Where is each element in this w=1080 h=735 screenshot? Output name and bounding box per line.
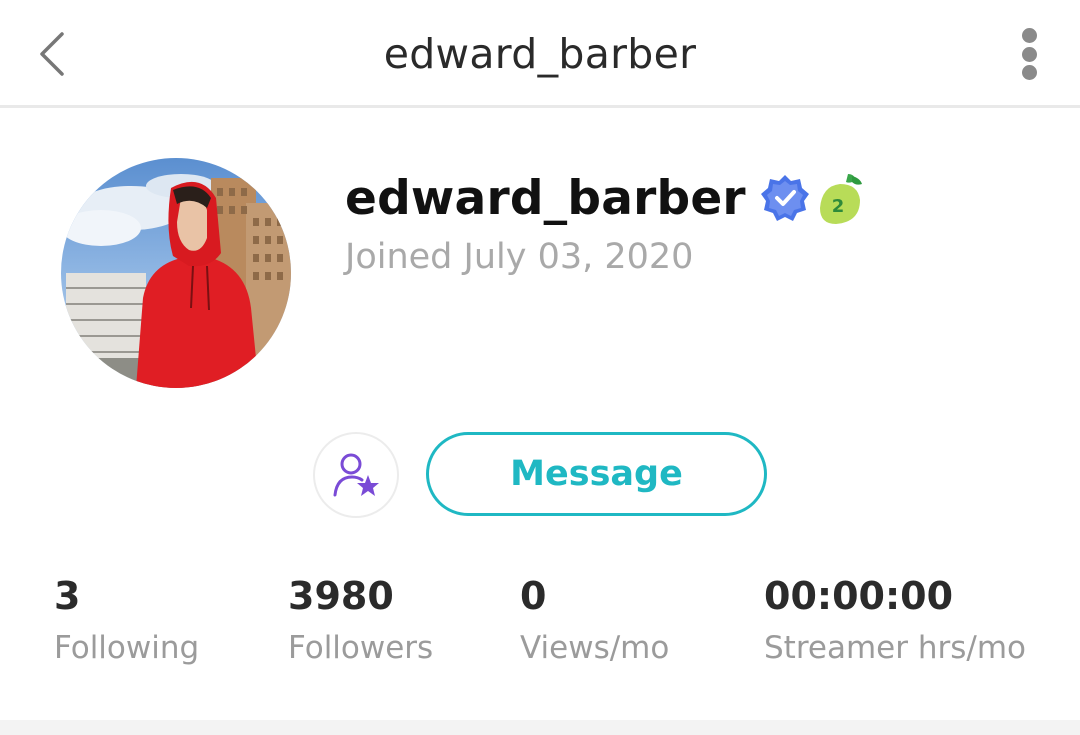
stat-followers[interactable]: 3980 Followers: [288, 574, 433, 666]
stat-value: 0: [520, 574, 547, 618]
stat-views: 0 Views/mo: [520, 574, 669, 666]
avatar[interactable]: [61, 158, 291, 388]
more-vertical-icon-dot: [1021, 65, 1037, 80]
more-vertical-icon-dot: [1021, 46, 1037, 62]
verified-badge-icon: [760, 175, 809, 221]
stat-value: 00:00:00: [764, 574, 954, 618]
stat-value: 3: [54, 574, 81, 618]
user-star-icon: [333, 453, 379, 497]
stat-label: Streamer hrs/mo: [764, 630, 1026, 666]
stat-value: 3980: [288, 574, 394, 618]
avatar-photo: [61, 158, 291, 388]
stat-following[interactable]: 3 Following: [54, 574, 199, 666]
profile-page: edward_barber edward_barber 2 Joined Jul…: [0, 0, 1080, 735]
stat-label: Views/mo: [520, 630, 670, 666]
top-bar: edward_barber: [0, 0, 1080, 108]
joined-date: Joined July 03, 2020: [345, 237, 694, 277]
name-row: edward_barber 2: [345, 166, 866, 230]
message-button[interactable]: Message: [426, 432, 767, 516]
level-number: 2: [832, 196, 845, 217]
follow-button[interactable]: [313, 432, 399, 518]
more-vertical-icon: [1021, 28, 1037, 43]
level-badge-icon: 2: [819, 174, 862, 224]
more-options-button[interactable]: [1006, 22, 1052, 86]
profile-username: edward_barber: [345, 170, 746, 226]
section-divider: [0, 720, 1080, 735]
stat-label: Followers: [288, 630, 434, 666]
page-title: edward_barber: [383, 30, 697, 78]
stat-streamer-hours: 00:00:00 Streamer hrs/mo: [764, 574, 1026, 666]
stat-label: Following: [54, 630, 200, 666]
